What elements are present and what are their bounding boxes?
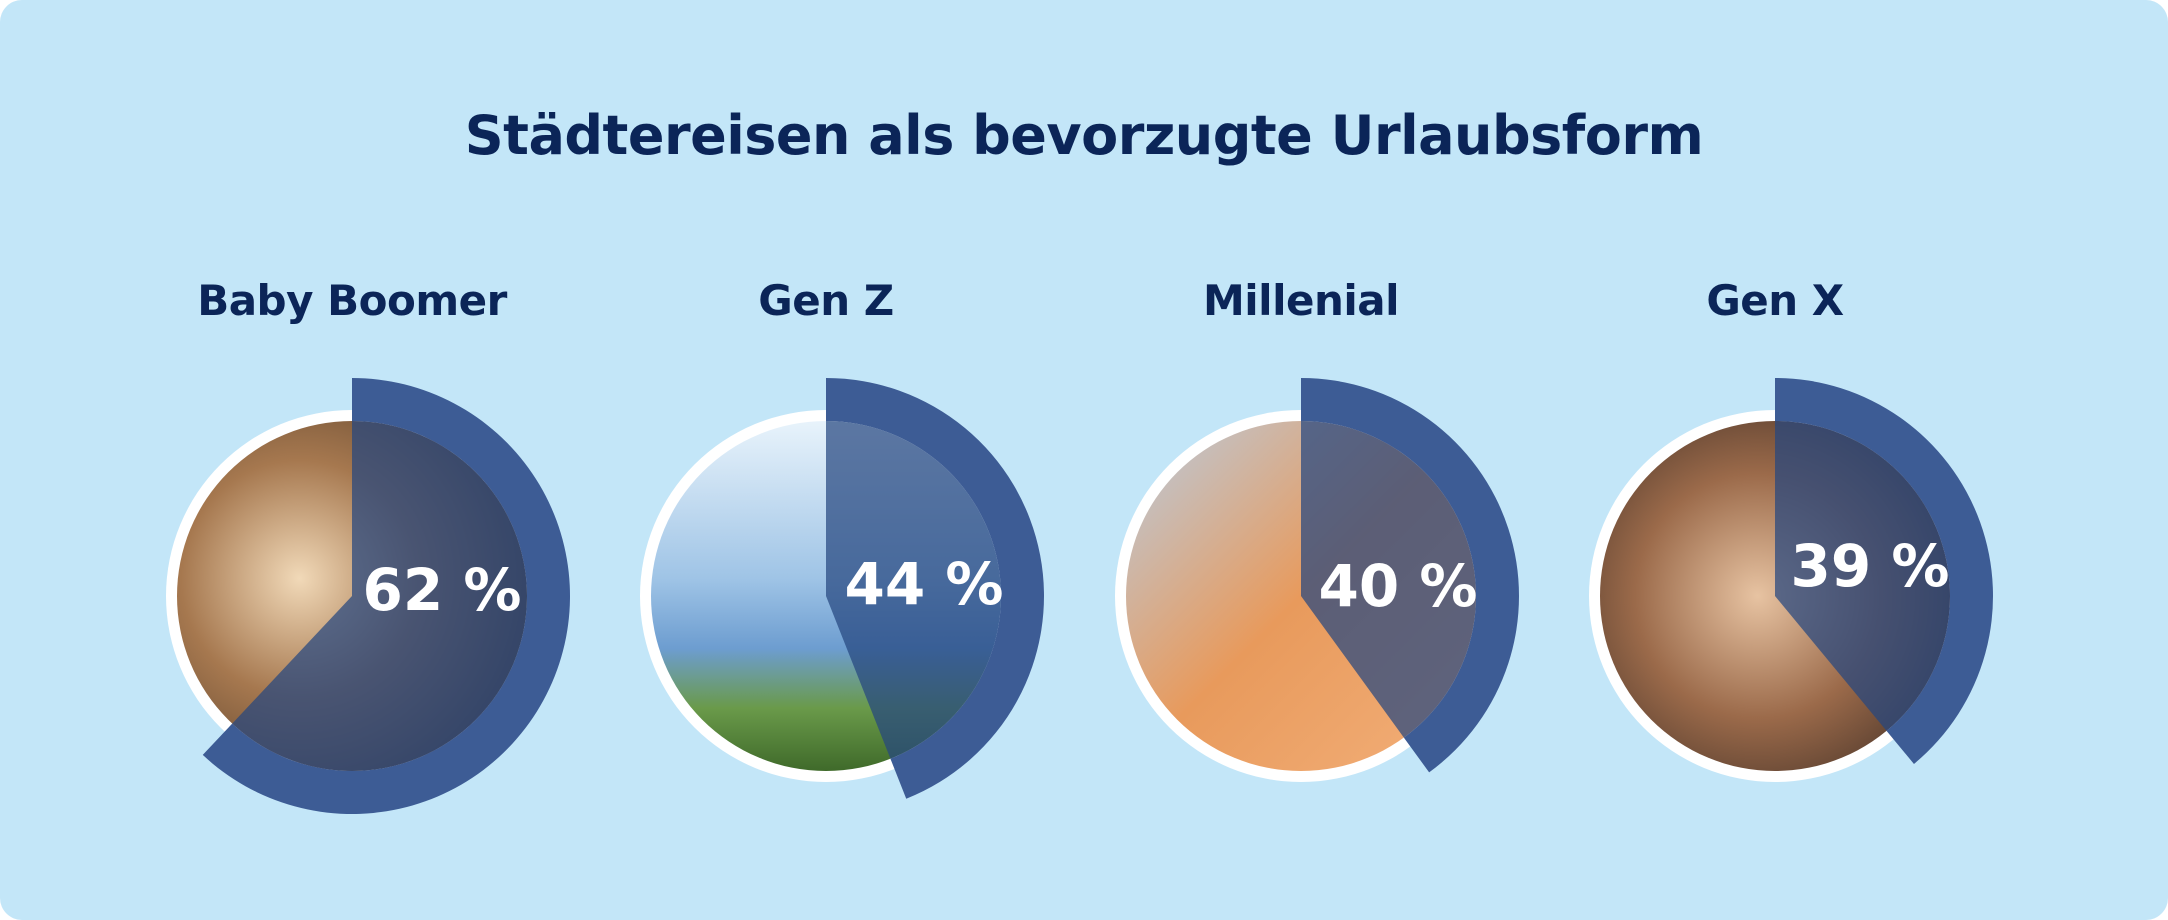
donut-chart-group: 62 % 44 % 40 % 39 % bbox=[166, 378, 1993, 814]
donut-baby-boomer: 62 % bbox=[166, 378, 570, 814]
donut-millenial: 40 % bbox=[1115, 378, 1519, 782]
value-label-gen-x: 39 % bbox=[1790, 532, 1949, 600]
infographic-card: Städtereisen als bevorzugte Urlaubsform … bbox=[0, 0, 2168, 920]
donut-gen-z: 44 % bbox=[640, 378, 1044, 799]
value-label-millenial: 40 % bbox=[1318, 552, 1477, 620]
value-label-gen-z: 44 % bbox=[844, 550, 1003, 618]
value-label-baby-boomer: 62 % bbox=[362, 556, 521, 624]
donut-gen-x: 39 % bbox=[1589, 378, 1993, 782]
